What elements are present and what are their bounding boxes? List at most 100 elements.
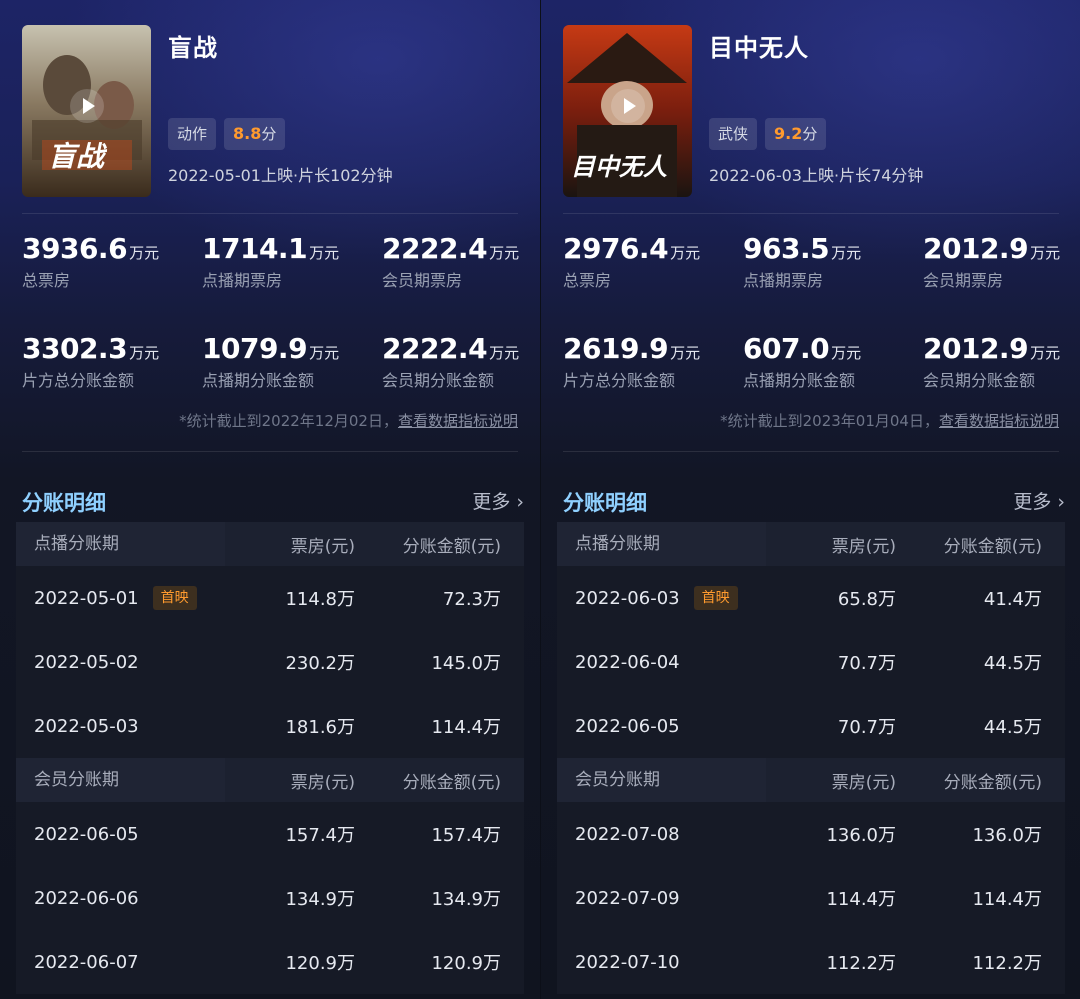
row-box-office: 114.4万	[826, 889, 896, 910]
row-date: 2022-07-08	[575, 823, 680, 845]
header-box-office: 票房(元)	[290, 536, 355, 557]
table-row: 2022-06-03 首映 65.8万 41.4万	[557, 566, 1065, 630]
row-box-office: 181.6万	[285, 717, 355, 738]
more-link[interactable]: 更多 ›	[1013, 487, 1065, 514]
stat-vod-share: 1079.9 万元 点播期分账金额	[202, 332, 372, 391]
stat-label: 会员期票房	[923, 271, 1004, 290]
table-row: 2022-06-04 70.7万 44.5万	[557, 630, 1065, 694]
header-period: 会员分账期	[557, 758, 766, 802]
table-row: 2022-06-05 157.4万 157.4万	[16, 802, 524, 866]
stat-value: 2976.4	[563, 232, 669, 265]
row-box-office: 114.8万	[285, 589, 355, 610]
stat-unit: 万元	[489, 244, 520, 262]
table-row: 2022-07-08 136.0万 136.0万	[557, 802, 1065, 866]
section-title: 分账明细	[22, 491, 106, 515]
header-share: 分账金额(元)	[943, 772, 1042, 793]
play-icon[interactable]	[69, 89, 104, 123]
row-share: 114.4万	[431, 717, 501, 738]
score-value: 9.2	[774, 124, 803, 143]
stat-vod-box-office: 963.5 万元 点播期票房	[743, 232, 913, 291]
stat-value: 2012.9	[923, 332, 1029, 365]
stat-unit: 万元	[129, 344, 160, 362]
stat-total-share: 3302.3 万元 片方总分账金额	[22, 332, 192, 391]
movie-panel-eye-for-an-eye: 目中无人 目中无人 武侠 9.2分 2022-06-03上映·片长74分钟 29…	[540, 0, 1080, 999]
header-period: 点播分账期	[16, 522, 225, 566]
stat-unit: 万元	[129, 244, 160, 262]
score-value: 8.8	[233, 124, 262, 143]
stat-member-share: 2222.4 万元 会员期分账金额	[382, 332, 540, 391]
release-info: 2022-06-03上映·片长74分钟	[709, 166, 924, 185]
stat-value: 1714.1	[202, 232, 308, 265]
header-share: 分账金额(元)	[402, 536, 501, 557]
stat-value: 2222.4	[382, 332, 488, 365]
table-row: 2022-06-07 120.9万 120.9万	[16, 930, 524, 994]
more-link[interactable]: 更多 ›	[472, 487, 524, 514]
stat-label: 片方总分账金额	[563, 371, 676, 390]
stat-label: 总票房	[22, 271, 71, 290]
movie-panel-blind-war: 盲战 盲战 动作 8.8分 2022-05-01上映·片长102分钟 3936.…	[0, 0, 540, 999]
stat-unit: 万元	[831, 244, 862, 262]
stat-label: 会员期分账金额	[382, 371, 495, 390]
movie-poster[interactable]: 盲战	[22, 25, 151, 197]
header-period: 会员分账期	[16, 758, 225, 802]
stat-unit: 万元	[1030, 344, 1061, 362]
header-box-office: 票房(元)	[831, 772, 896, 793]
row-share: 145.0万	[431, 653, 501, 674]
row-date: 2022-05-01	[34, 587, 139, 609]
stat-label: 点播期票房	[743, 271, 824, 290]
header-period: 点播分账期	[557, 522, 766, 566]
note-text: *统计截止到2023年01月04日，	[720, 412, 939, 430]
table-header-vod: 点播分账期 票房(元) 分账金额(元)	[16, 522, 524, 566]
divider	[563, 451, 1059, 452]
stat-vod-share: 607.0 万元 点播期分账金额	[743, 332, 913, 391]
row-box-office: 230.2万	[285, 653, 355, 674]
genre-tag: 动作	[168, 118, 217, 150]
stat-unit: 万元	[831, 344, 862, 362]
section-title: 分账明细	[563, 491, 647, 515]
stat-total-share: 2619.9 万元 片方总分账金额	[563, 332, 733, 391]
stat-label: 点播期票房	[202, 271, 283, 290]
premiere-badge: 首映	[693, 586, 738, 610]
stat-member-share: 2012.9 万元 会员期分账金额	[923, 332, 1080, 391]
movie-poster[interactable]: 目中无人	[563, 25, 692, 197]
row-date: 2022-06-03	[575, 587, 680, 609]
row-share: 114.4万	[972, 889, 1042, 910]
row-share: 136.0万	[972, 825, 1042, 846]
row-date: 2022-06-04	[575, 651, 680, 673]
stat-value: 607.0	[743, 332, 830, 365]
stats-note: *统计截止到2023年01月04日，查看数据指标说明	[720, 410, 1059, 431]
movie-title: 盲战	[168, 34, 218, 62]
stat-unit: 万元	[1030, 244, 1061, 262]
row-share: 134.9万	[431, 889, 501, 910]
row-box-office: 70.7万	[837, 653, 896, 674]
stat-total-box-office: 2976.4 万元 总票房	[563, 232, 733, 291]
row-date: 2022-05-03	[34, 715, 139, 737]
header-share: 分账金额(元)	[943, 536, 1042, 557]
release-info: 2022-05-01上映·片长102分钟	[168, 166, 393, 185]
divider	[22, 451, 518, 452]
row-box-office: 136.0万	[826, 825, 896, 846]
table-row: 2022-05-01 首映 114.8万 72.3万	[16, 566, 524, 630]
header-box-office: 票房(元)	[290, 772, 355, 793]
score-unit: 分	[802, 125, 818, 143]
poster-title-text: 目中无人	[571, 153, 667, 181]
score-tag: 9.2分	[765, 118, 827, 150]
stat-unit: 万元	[309, 244, 340, 262]
genre-tag: 武侠	[709, 118, 758, 150]
stat-value: 2619.9	[563, 332, 669, 365]
table-row: 2022-05-02 230.2万 145.0万	[16, 630, 524, 694]
row-date: 2022-06-05	[575, 715, 680, 737]
metrics-explanation-link[interactable]: 查看数据指标说明	[398, 412, 518, 430]
row-date: 2022-05-02	[34, 651, 139, 673]
row-share: 44.5万	[983, 653, 1042, 674]
metrics-explanation-link[interactable]: 查看数据指标说明	[939, 412, 1059, 430]
stat-unit: 万元	[489, 344, 520, 362]
row-date: 2022-06-05	[34, 823, 139, 845]
stat-label: 会员期票房	[382, 271, 463, 290]
score-unit: 分	[261, 125, 277, 143]
header-share: 分账金额(元)	[402, 772, 501, 793]
stat-label: 片方总分账金额	[22, 371, 135, 390]
play-icon[interactable]	[610, 89, 645, 123]
premiere-badge: 首映	[152, 586, 197, 610]
row-share: 44.5万	[983, 717, 1042, 738]
